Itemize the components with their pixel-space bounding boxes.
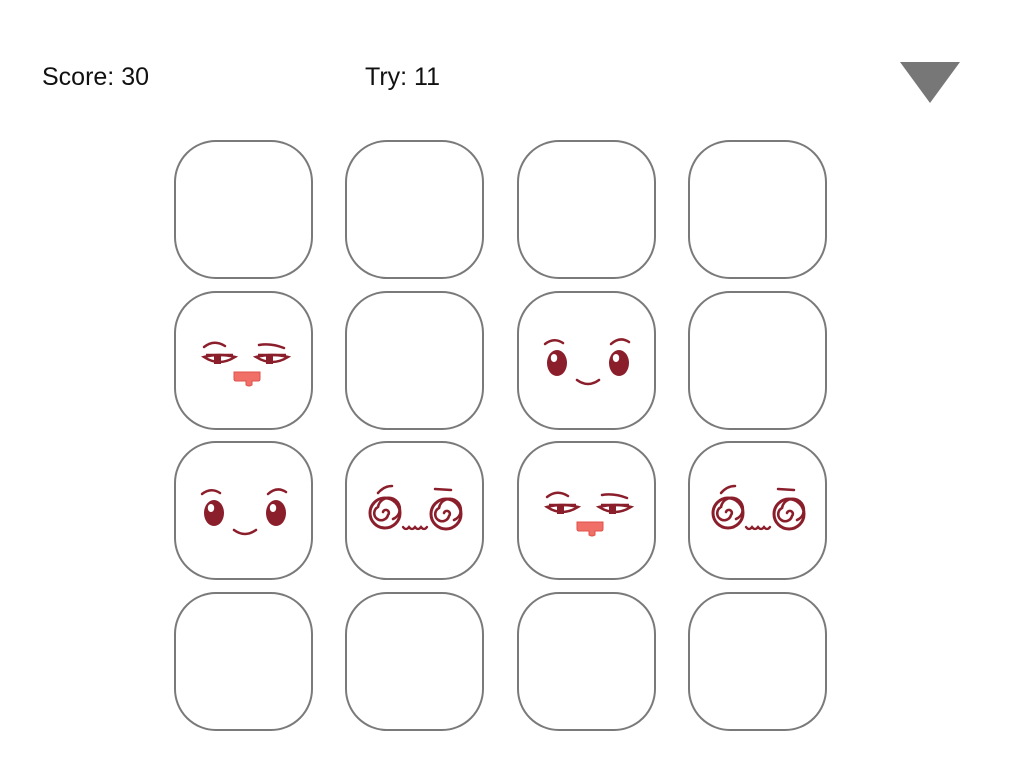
happy-smile-face-icon — [200, 488, 288, 536]
dizzy-spiral-face-icon — [711, 484, 806, 531]
card-hidden[interactable] — [174, 592, 313, 731]
card-revealed[interactable] — [174, 291, 313, 430]
card-revealed[interactable] — [345, 441, 484, 580]
score-label: Score: 30 — [42, 63, 150, 91]
card-hidden[interactable] — [688, 140, 827, 279]
card-hidden[interactable] — [345, 592, 484, 731]
card-hidden[interactable] — [345, 140, 484, 279]
try-label: Try: 11 — [365, 63, 441, 91]
card-hidden[interactable] — [688, 592, 827, 731]
card-revealed[interactable] — [688, 441, 827, 580]
smirk-tongue-face-icon — [544, 491, 635, 537]
card-hidden[interactable] — [174, 140, 313, 279]
card-hidden[interactable] — [688, 291, 827, 430]
triangle-down-icon — [900, 62, 960, 103]
dizzy-spiral-face-icon — [368, 484, 463, 531]
smirk-tongue-face-icon — [201, 341, 292, 387]
card-revealed[interactable] — [174, 441, 313, 580]
card-revealed[interactable] — [517, 441, 656, 580]
menu-toggle-button[interactable] — [898, 62, 962, 106]
card-revealed[interactable] — [517, 291, 656, 430]
card-hidden[interactable] — [345, 291, 484, 430]
happy-smile-face-icon — [543, 338, 631, 386]
card-hidden[interactable] — [517, 592, 656, 731]
card-hidden[interactable] — [517, 140, 656, 279]
